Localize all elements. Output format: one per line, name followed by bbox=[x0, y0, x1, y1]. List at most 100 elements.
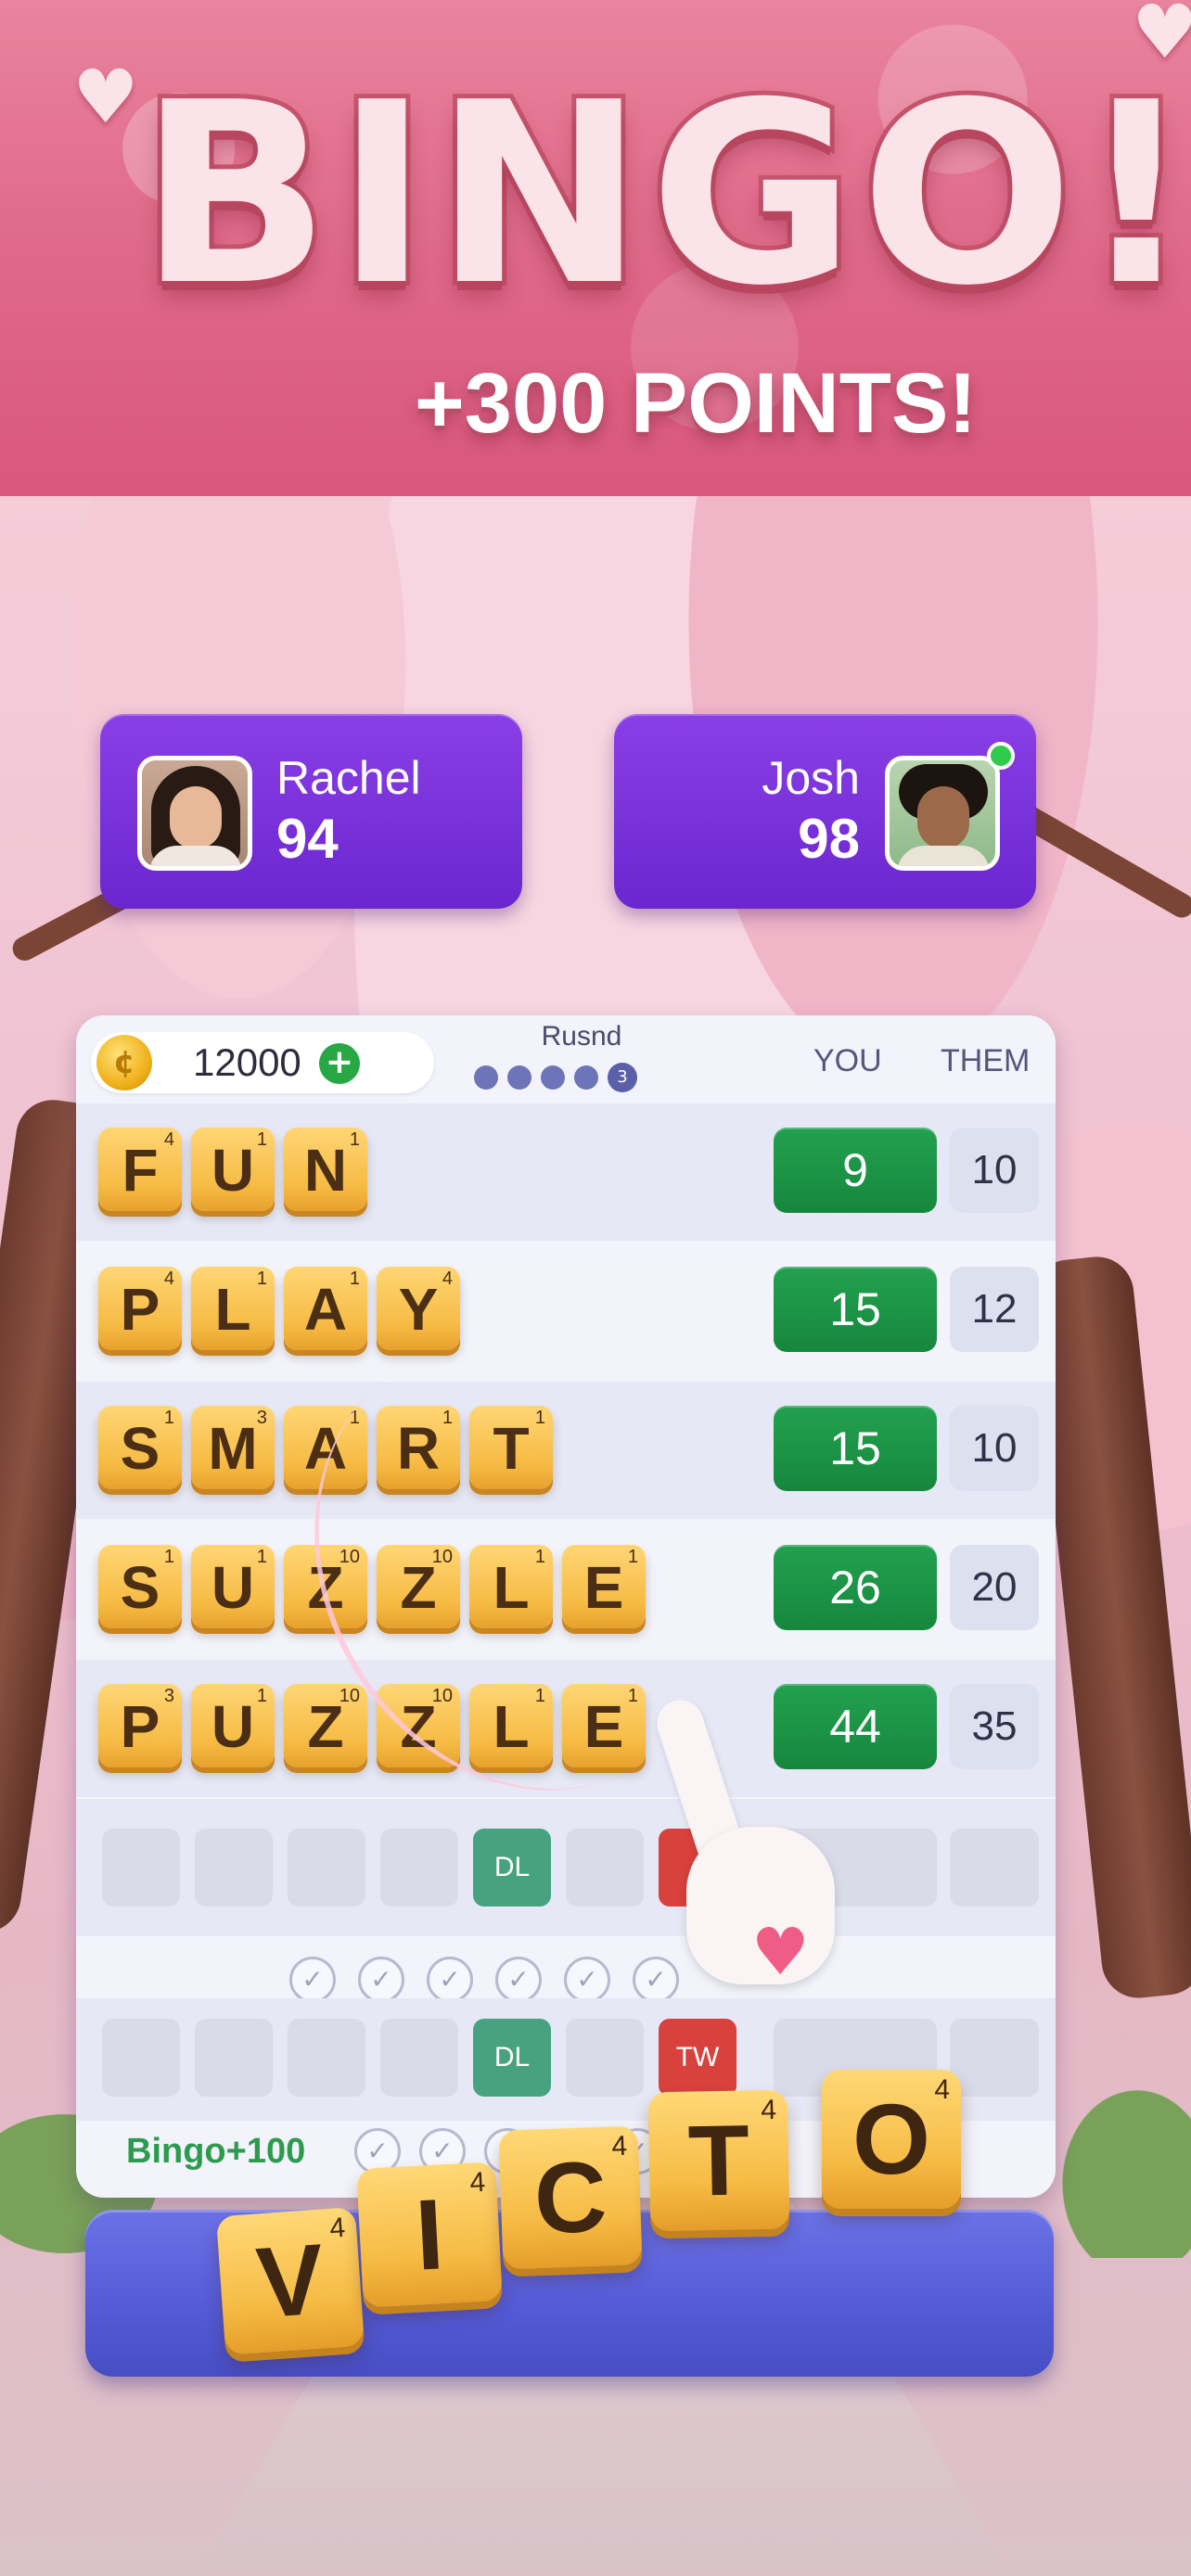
heart-icon: ♥ bbox=[751, 1914, 810, 1990]
letter-tile[interactable]: S1 bbox=[98, 1545, 182, 1628]
tile-points: 1 bbox=[256, 1269, 267, 1289]
tree-branch bbox=[1009, 798, 1191, 923]
you-word-score: 26 bbox=[774, 1545, 937, 1630]
tile-points: 4 bbox=[934, 2074, 950, 2105]
letter-tile[interactable]: Z 10 bbox=[284, 1684, 367, 1767]
tile-letter: U bbox=[211, 1137, 255, 1204]
letter-tile[interactable]: A1 bbox=[284, 1267, 367, 1350]
tile-points: 4 bbox=[163, 1129, 174, 1150]
bingo-bonus-label: Bingo+100 bbox=[126, 2132, 306, 2171]
letter-tile[interactable]: M3 bbox=[191, 1406, 275, 1489]
letter-tile[interactable]: U1 bbox=[191, 1545, 275, 1628]
player-card-rachel[interactable]: Rachel 94 bbox=[100, 714, 522, 909]
tile-points: 4 bbox=[163, 1269, 174, 1289]
round-label: Rusnd bbox=[541, 1021, 622, 1052]
rack-letter-tile[interactable]: V4 bbox=[215, 2206, 365, 2356]
double-letter-slot[interactable]: DL bbox=[473, 1829, 551, 1906]
empty-tile-slot[interactable] bbox=[566, 1829, 644, 1906]
tile-letter: U bbox=[211, 1554, 255, 1621]
tile-points: 4 bbox=[610, 2130, 628, 2162]
player-card-josh[interactable]: Josh 98 bbox=[614, 714, 1036, 909]
tile-points: 3 bbox=[163, 1686, 174, 1706]
round-dot bbox=[507, 1065, 531, 1090]
check-icon: ✓ bbox=[427, 1957, 473, 2003]
current-round-badge: 3 bbox=[608, 1063, 637, 1092]
tile-letter: P bbox=[120, 1693, 160, 1760]
coin-balance[interactable]: ¢ 12000 + bbox=[91, 1032, 434, 1093]
column-header-them: THEM bbox=[941, 1043, 1031, 1078]
empty-tile-slot[interactable] bbox=[566, 2019, 644, 2097]
tile-letter: F bbox=[122, 1137, 159, 1204]
empty-tile-slot[interactable] bbox=[288, 1829, 365, 1906]
letter-tile[interactable]: N1 bbox=[284, 1128, 367, 1211]
grass bbox=[1048, 2072, 1191, 2258]
triple-word-slot[interactable]: TW bbox=[659, 2019, 736, 2097]
letter-tile[interactable]: S1 bbox=[98, 1406, 182, 1489]
tile-letter: C bbox=[531, 2139, 609, 2255]
letter-tile[interactable]: P4 bbox=[98, 1267, 182, 1350]
you-word-score: 15 bbox=[774, 1406, 937, 1491]
player-score: 94 bbox=[276, 808, 339, 870]
empty-tile-slot[interactable] bbox=[288, 2019, 365, 2097]
letter-tile[interactable]: U1 bbox=[191, 1128, 275, 1211]
board-header: ¢ 12000 + Rusnd 3 YOU THEM bbox=[76, 1015, 1056, 1099]
rack-letter-tile[interactable]: O4 bbox=[822, 2070, 961, 2209]
them-word-score: 20 bbox=[950, 1545, 1039, 1630]
you-word-score: 15 bbox=[774, 1267, 937, 1352]
empty-tile-slot[interactable] bbox=[195, 2019, 273, 2097]
tile-points: 1 bbox=[256, 1547, 267, 1567]
check-icon: ✓ bbox=[358, 1957, 404, 2003]
double-letter-slot[interactable]: DL bbox=[473, 2019, 551, 2097]
heart-icon: ♥ bbox=[72, 54, 139, 140]
empty-tile-slot[interactable] bbox=[380, 2019, 458, 2097]
player-name: Rachel bbox=[276, 752, 421, 804]
them-word-score: 10 bbox=[950, 1406, 1039, 1491]
letter-tile[interactable]: Y4 bbox=[377, 1267, 460, 1350]
check-icon: ✓ bbox=[495, 1957, 542, 2003]
tile-points: 1 bbox=[349, 1129, 360, 1150]
them-word-score: 35 bbox=[950, 1684, 1039, 1769]
tile-points: 4 bbox=[468, 2166, 486, 2199]
round-dot bbox=[541, 1065, 565, 1090]
rack-letter-tile[interactable]: T4 bbox=[647, 2089, 790, 2232]
tile-points: 1 bbox=[163, 1547, 174, 1567]
empty-tile-slot[interactable] bbox=[102, 1829, 180, 1906]
round-dot bbox=[474, 1065, 498, 1090]
tile-points: 4 bbox=[328, 2212, 347, 2244]
tile-letter: I bbox=[412, 2177, 447, 2291]
tile-letter: S bbox=[120, 1415, 160, 1482]
tile-letter: Z bbox=[307, 1693, 344, 1760]
player-name: Josh bbox=[762, 752, 860, 804]
round-dot bbox=[574, 1065, 598, 1090]
them-word-score: 10 bbox=[950, 1128, 1039, 1213]
tile-letter: L bbox=[214, 1276, 251, 1343]
empty-word-row: DL bbox=[76, 1799, 1056, 1936]
points-awarded: +300 POINTS! bbox=[415, 356, 977, 451]
tile-letter: S bbox=[120, 1554, 160, 1621]
tile-points: 1 bbox=[256, 1686, 267, 1706]
avatar bbox=[885, 756, 1000, 871]
coin-amount: 12000 bbox=[193, 1040, 301, 1084]
tile-points: 1 bbox=[256, 1129, 267, 1150]
empty-tile-slot[interactable] bbox=[380, 1829, 458, 1906]
tile-letter: A bbox=[303, 1276, 348, 1343]
letter-tile[interactable]: U1 bbox=[191, 1684, 275, 1767]
tile-points: 4 bbox=[442, 1269, 453, 1289]
player-score: 98 bbox=[798, 808, 860, 870]
tile-letter: O bbox=[852, 2083, 930, 2195]
letter-tile[interactable]: P3 bbox=[98, 1684, 182, 1767]
letter-tile[interactable]: L1 bbox=[191, 1267, 275, 1350]
online-status-icon bbox=[987, 742, 1015, 770]
rack-letter-tile[interactable]: I4 bbox=[356, 2162, 503, 2308]
empty-tile-slot[interactable] bbox=[102, 2019, 180, 2097]
add-coins-button[interactable]: + bbox=[319, 1043, 360, 1084]
tile-letter: T bbox=[686, 2103, 751, 2217]
letter-tile[interactable]: F4 bbox=[98, 1128, 182, 1211]
rack-letter-tile[interactable]: C4 bbox=[498, 2125, 643, 2270]
avatar bbox=[137, 756, 252, 871]
tile-points: 3 bbox=[256, 1408, 267, 1428]
empty-tile-slot[interactable] bbox=[195, 1829, 273, 1906]
coin-icon: ¢ bbox=[96, 1035, 152, 1090]
tile-points: 4 bbox=[761, 2094, 777, 2126]
tile-letter: M bbox=[208, 1415, 258, 1482]
